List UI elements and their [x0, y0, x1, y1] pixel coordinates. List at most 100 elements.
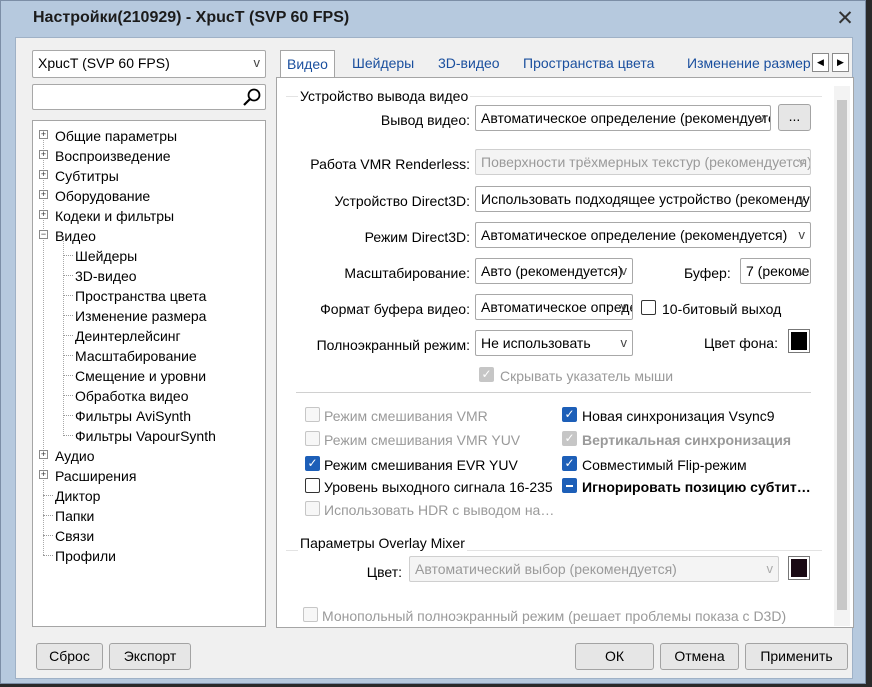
tree-item-label: Фильтры AviSynth [75, 408, 191, 424]
tree-item[interactable]: + Воспроизведение [33, 146, 263, 166]
d3d-mode-select[interactable]: Автоматическое определение (рекомендуетс… [475, 222, 811, 248]
output-level-label: Уровень выходного сигнала 16-235 [324, 479, 553, 495]
tree-item[interactable]: Пространства цвета [33, 286, 263, 306]
flip-mode-checkbox[interactable]: ✓ [562, 456, 577, 471]
tab-color-spaces[interactable]: Пространства цвета [523, 52, 654, 76]
close-icon[interactable]: ✕ [835, 8, 855, 29]
expand-icon[interactable]: + [39, 130, 48, 139]
tab-scroll-right-icon[interactable]: ▶ [832, 53, 849, 72]
video-output-label: Вывод видео: [380, 112, 470, 128]
scrollbar-thumb[interactable] [837, 100, 847, 610]
fullscreen-mode-select[interactable]: Не использовать v [475, 330, 633, 356]
video-output-more-button[interactable]: ... [778, 104, 811, 131]
vmr-mixer-checkbox[interactable] [305, 407, 320, 422]
expand-icon[interactable]: + [39, 210, 48, 219]
d3d-device-label: Устройство Direct3D: [334, 193, 470, 209]
tree-item[interactable]: + Аудио [33, 446, 263, 466]
ten-bit-output-label: 10-битовый выход [662, 301, 782, 317]
tree-connector [63, 315, 73, 316]
vertical-sync-checkbox[interactable]: ✓ [562, 431, 577, 446]
tab-3d-video[interactable]: 3D-видео [438, 52, 500, 76]
evr-yuv-mixer-checkbox[interactable]: ✓ [305, 456, 320, 471]
ten-bit-output-checkbox[interactable] [641, 300, 656, 315]
tree-item[interactable]: Фильтры VapourSynth [33, 426, 263, 446]
hide-cursor-checkbox[interactable]: ✓ [479, 367, 494, 382]
tree-item-label: Пространства цвета [75, 288, 207, 304]
tree-item[interactable]: Масштабирование [33, 346, 263, 366]
ignore-subtitle-position-checkbox[interactable] [562, 478, 577, 493]
tree-item[interactable]: + Оборудование [33, 186, 263, 206]
ok-button[interactable]: ОК [575, 643, 654, 670]
tree-item[interactable]: Деинтерлейсинг [33, 326, 263, 346]
tree-connector [63, 255, 73, 256]
expand-icon[interactable]: + [39, 470, 48, 479]
expand-icon[interactable]: + [39, 170, 48, 179]
tree-connector [63, 415, 73, 416]
tab-resize[interactable]: Изменение размер [687, 52, 811, 76]
settings-tree: + Общие параметры + Воспроизведение + Субтитр… [32, 120, 266, 627]
tree-item[interactable]: + Расширения [33, 466, 263, 486]
buffer-select[interactable]: 7 (рекомендуется) v [740, 258, 811, 284]
d3d-device-select[interactable]: Использовать подходящее устройство (реко… [475, 186, 811, 212]
evr-yuv-mixer-label: Режим смешивания EVR YUV [324, 457, 518, 473]
tab-shaders[interactable]: Шейдеры [352, 52, 414, 76]
panel-scrollbar[interactable] [834, 86, 850, 626]
buffer-format-value: Автоматическое определение [481, 299, 632, 315]
exclusive-fullscreen-checkbox[interactable] [303, 607, 318, 622]
apply-button[interactable]: Применить [745, 643, 848, 670]
tree-item-label: 3D-видео [75, 268, 137, 284]
tab-scroll-left-icon[interactable]: ◀ [812, 53, 829, 72]
tree-item[interactable]: Изменение размера [33, 306, 263, 326]
background-color-swatch[interactable] [788, 329, 810, 353]
expand-icon[interactable]: + [39, 190, 48, 199]
vmr-renderless-select[interactable]: Поверхности трёхмерных текстур (рекоменд… [475, 149, 811, 175]
tree-item[interactable]: Фильтры AviSynth [33, 406, 263, 426]
overlay-color-select[interactable]: Автоматический выбор (рекомендуется) v [409, 556, 779, 582]
profile-select[interactable]: XpucT (SVP 60 FPS) v [32, 50, 266, 78]
reset-button[interactable]: Сброс [36, 643, 103, 670]
new-vsync-checkbox[interactable]: ✓ [562, 407, 577, 422]
tree-item[interactable]: Папки [33, 506, 263, 526]
export-button[interactable]: Экспорт [109, 643, 191, 670]
settings-search-input[interactable] [32, 84, 266, 110]
tree-item[interactable]: + Общие параметры [33, 126, 263, 146]
tree-connector [63, 395, 73, 396]
tree-item[interactable]: 3D-видео [33, 266, 263, 286]
video-output-select[interactable]: Автоматическое определение (рекомендуетс… [475, 105, 771, 131]
dialog-client-area: XpucT (SVP 60 FPS) v + Общие параметры + Во… [15, 37, 854, 679]
flip-mode-label: Совместимый Flip-режим [582, 457, 747, 473]
expand-icon[interactable]: + [39, 450, 48, 459]
tree-item[interactable]: − Видео [33, 226, 263, 246]
tree-item[interactable]: + Кодеки и фильтры [33, 206, 263, 226]
tree-item[interactable]: + Субтитры [33, 166, 263, 186]
tree-item[interactable]: Диктор [33, 486, 263, 506]
scaling-select[interactable]: Авто (рекомендуется) v [475, 258, 633, 284]
cancel-button[interactable]: Отмена [660, 643, 739, 670]
output-level-checkbox[interactable] [305, 478, 320, 493]
hdr-output-checkbox[interactable] [305, 501, 320, 516]
tree-connector [43, 555, 53, 556]
tree-item[interactable]: Смещение и уровни [33, 366, 263, 386]
chevron-down-icon: v [766, 561, 774, 576]
tree-item[interactable]: Связи [33, 526, 263, 546]
chevron-down-icon: v [620, 263, 628, 278]
tab-video[interactable]: Видео [280, 50, 335, 78]
tree-item-label: Деинтерлейсинг [75, 328, 181, 344]
collapse-icon[interactable]: − [39, 230, 48, 239]
profile-select-value: XpucT (SVP 60 FPS) [38, 55, 170, 71]
tree-item[interactable]: Профили [33, 546, 263, 566]
video-output-value: Автоматическое определение (рекомендуетс… [481, 110, 771, 126]
tree-item-label: Шейдеры [75, 248, 138, 264]
buffer-format-select[interactable]: Автоматическое определение v [475, 294, 633, 320]
tree-item[interactable]: Обработка видео [33, 386, 263, 406]
tree-item[interactable]: Шейдеры [33, 246, 263, 266]
expand-icon[interactable]: + [39, 150, 48, 159]
section-divider [296, 392, 811, 393]
overlay-color-swatch[interactable] [788, 556, 810, 580]
chevron-down-icon: v [798, 227, 806, 242]
tree-item-label: Фильтры VapourSynth [75, 428, 216, 444]
vmr-yuv-mixer-checkbox[interactable] [305, 431, 320, 446]
background-color-fill [791, 332, 807, 350]
buffer-format-label: Формат буфера видео: [320, 301, 470, 317]
search-icon[interactable] [242, 88, 262, 107]
